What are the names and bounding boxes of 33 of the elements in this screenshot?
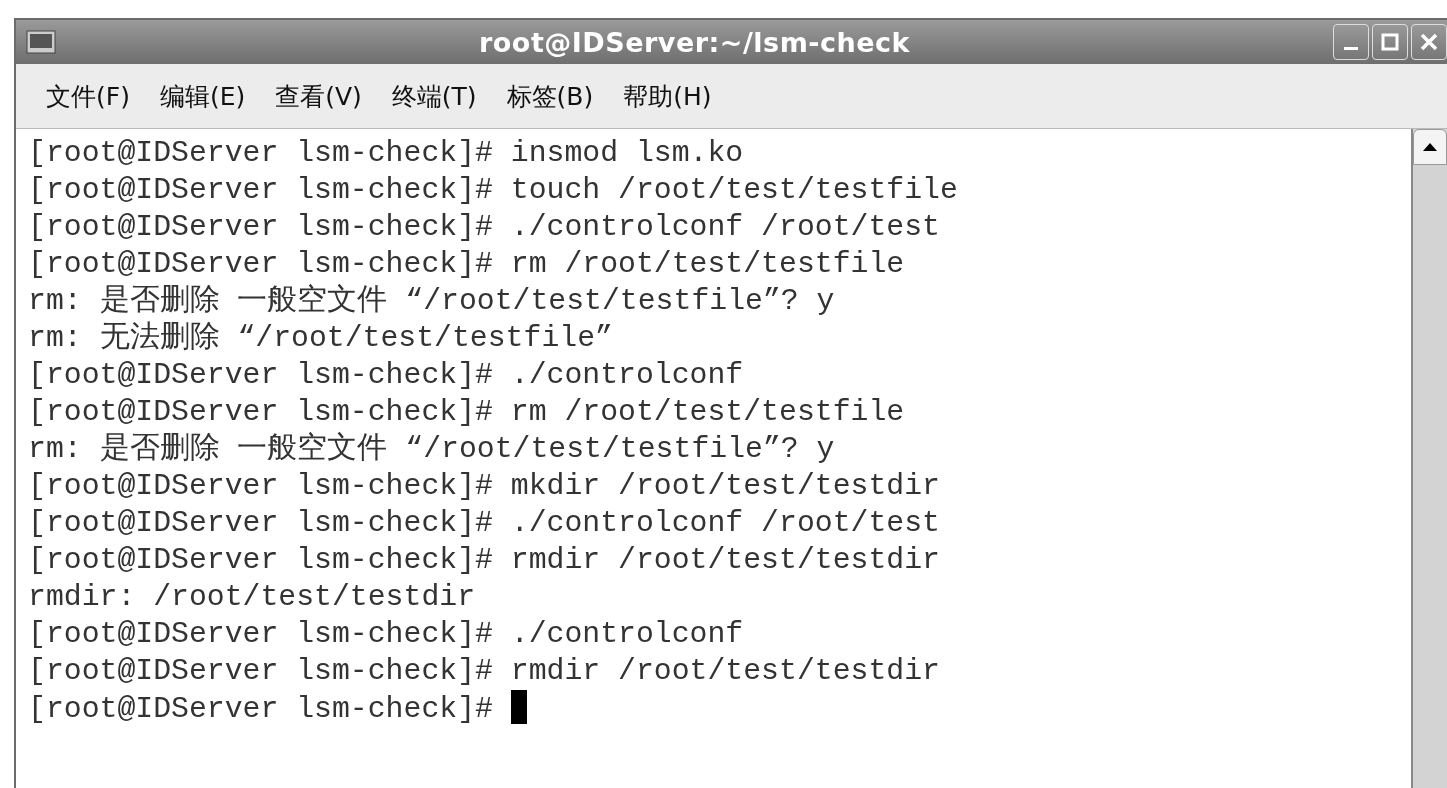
terminal-line: [root@IDServer lsm-check]# rm /root/test/testfile <box>28 247 905 281</box>
menu-item[interactable]: 编辑(E) <box>159 75 246 117</box>
terminal-line: [root@IDServer lsm-check]# ./controlconf <box>28 358 744 392</box>
menu-item[interactable]: 文件(F) <box>46 75 130 117</box>
terminal-line: [root@IDServer lsm-check]# mkdir /root/test/testdir <box>28 469 940 503</box>
terminal-line: [root@IDServer lsm-check]# rm /root/test/testfile <box>28 395 905 429</box>
terminal-line: [root@IDServer lsm-check]# ./controlconf /root/test <box>28 506 940 540</box>
minimize-icon <box>1344 46 1358 50</box>
terminal-line: rm: 无法删除 “/root/test/testfile” <box>28 321 613 355</box>
close-button[interactable] <box>1411 24 1447 60</box>
terminal-line: rmdir: /root/test/testdir <box>28 580 476 614</box>
menu-item[interactable]: 终端(T) <box>391 75 477 117</box>
window-title: root@IDServer:~/lsm-check <box>478 26 911 58</box>
terminal-line: [root@IDServer lsm-check]# ./controlconf /root/test <box>28 210 940 244</box>
terminal-line: rm: 是否删除 一般空文件 “/root/test/testfile”? y <box>28 284 835 318</box>
terminal-line: [root@IDServer lsm-check]# touch /root/test/testfile <box>28 173 958 207</box>
terminal-line: [root@IDServer lsm-check]# <box>28 692 494 726</box>
terminal-line: rm: 是否删除 一般空文件 “/root/test/testfile”? y <box>28 432 835 466</box>
minimize-button[interactable] <box>1333 24 1369 60</box>
scroll-up-button[interactable] <box>1413 129 1447 165</box>
scrollbar[interactable] <box>1411 129 1447 788</box>
maximize-button[interactable] <box>1372 24 1408 60</box>
terminal-line: [root@IDServer lsm-check]# insmod lsm.ko <box>28 136 744 170</box>
up-arrow-icon <box>1422 142 1438 152</box>
terminal-line: [root@IDServer lsm-check]# rmdir /root/test/testdir <box>28 543 940 577</box>
terminal-icon <box>26 30 56 54</box>
menu-item[interactable]: 帮助(H) <box>623 75 712 117</box>
terminal-line: [root@IDServer lsm-check]# rmdir /root/test/testdir <box>28 654 940 688</box>
menu-item[interactable]: 查看(V) <box>275 75 362 117</box>
terminal-line: [root@IDServer lsm-check]# ./controlconf <box>28 617 744 651</box>
maximize-icon <box>1381 33 1399 51</box>
menu-item[interactable]: 标签(B) <box>506 75 594 117</box>
close-icon <box>1420 33 1438 51</box>
